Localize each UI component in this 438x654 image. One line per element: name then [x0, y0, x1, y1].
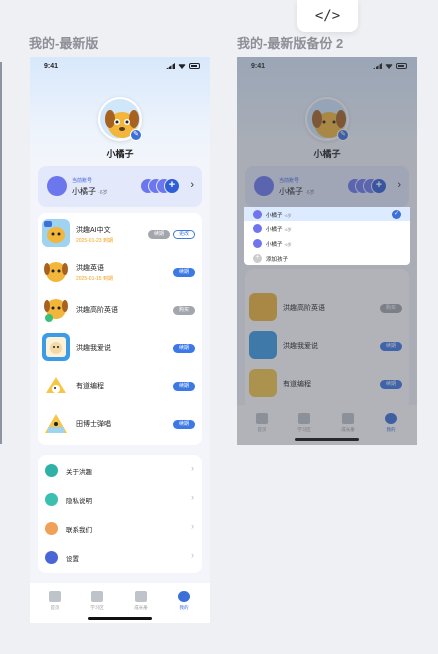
frame-label-2[interactable]: 我的-最新版备份 2	[237, 33, 343, 52]
info-icon	[45, 464, 58, 477]
account-option[interactable]: 小橘子 ·6岁 ✓	[244, 207, 410, 221]
course-action-button[interactable]: 续期	[173, 268, 195, 277]
add-child-option[interactable]: + 添加孩子	[244, 251, 410, 265]
add-child-label: 添加孩子	[266, 257, 289, 263]
account-option[interactable]: 小橘子 ·6岁	[244, 236, 410, 250]
course-action-button[interactable]: 续期	[173, 344, 195, 353]
course-title: 洪趣英语	[76, 265, 104, 272]
study-icon	[91, 591, 103, 602]
course-title: 洪趣高阶英语	[76, 307, 118, 314]
course-row[interactable]: 有道编程 续期	[38, 367, 202, 403]
course-expiry: 2025-01-15 到期	[76, 276, 113, 282]
shield-icon	[45, 493, 58, 506]
account-switcher-dropdown: 小橘子 ·6岁 ✓ 小橘子 ·6岁 小橘子 ·6岁 + 添加孩子	[244, 207, 410, 265]
menu-label: 联系我们	[66, 527, 92, 534]
headset-icon	[45, 522, 58, 535]
course-action-button[interactable]: 更改	[173, 230, 195, 239]
chevron-right-icon: ›	[191, 463, 194, 473]
course-row[interactable]: 洪趣AI中文 2025-01-23 到期 续期 更改	[38, 215, 202, 251]
menu-item-privacy[interactable]: 隐私说明 ›	[38, 485, 202, 514]
menu-label: 隐私说明	[66, 498, 92, 505]
account-age: ·6岁	[98, 190, 108, 196]
course-title: 洪趣AI中文	[76, 227, 111, 234]
menu-item-contact[interactable]: 联系我们 ›	[38, 514, 202, 543]
current-account-card[interactable]: 当前账号 小橘子 ·6岁 + ›	[38, 166, 202, 207]
course-title: 有道编程	[76, 383, 104, 390]
home-indicator	[88, 617, 152, 620]
profile-nickname: 小橘子	[106, 149, 134, 159]
gear-icon	[45, 551, 58, 564]
advanced-english-icon	[42, 295, 70, 323]
tab-study[interactable]: 学习区	[85, 591, 109, 611]
chevron-right-icon: ›	[191, 492, 194, 502]
chevron-right-icon[interactable]: ›	[190, 179, 194, 191]
smile-icon	[178, 591, 190, 602]
account-option-avatar	[253, 224, 262, 233]
coding-icon	[42, 371, 70, 399]
course-action-button[interactable]: 续期	[173, 420, 195, 429]
code-icon: </>	[314, 8, 341, 24]
course-expiry: 2025-01-23 到期	[76, 238, 113, 244]
course-action-button[interactable]: 续期	[173, 382, 195, 391]
singing-icon	[42, 409, 70, 437]
status-time: 9:41	[44, 63, 59, 70]
account-caption: 当前账号	[72, 178, 93, 184]
code-view-toggle[interactable]: </>	[297, 0, 358, 32]
settings-menu: 关于洪趣 › 隐私说明 › 联系我们 › 设置 ›	[38, 455, 202, 573]
course-row[interactable]: 洪趣英语 2025-01-15 到期 续期	[38, 253, 202, 289]
plus-icon: +	[253, 254, 262, 263]
course-title: 洪趣我爱说	[76, 345, 111, 352]
edit-avatar-button[interactable]: ✎	[130, 129, 142, 141]
ai-chinese-icon	[42, 219, 70, 247]
course-row[interactable]: 田博士弹唱 续期	[38, 405, 202, 441]
check-icon: ✓	[392, 210, 401, 219]
design-canvas: </> 我的-最新版 我的-最新版备份 2 9:41 ✎ 小橘子 当前账号 小橘…	[0, 0, 438, 654]
menu-item-about[interactable]: 关于洪趣 ›	[38, 456, 202, 485]
tab-growth[interactable]: 成长册	[129, 591, 153, 611]
english-icon	[42, 257, 70, 285]
menu-label: 关于洪趣	[66, 469, 92, 476]
account-name: 小橘子	[72, 187, 96, 196]
phone-frame-1: 9:41 ✎ 小橘子 当前账号 小橘子 ·6岁 + › 洪趣AI中文 2025-…	[30, 57, 210, 623]
chevron-right-icon: ›	[191, 521, 194, 531]
menu-label: 设置	[66, 556, 79, 563]
course-row[interactable]: 洪趣高阶英语 购买	[38, 291, 202, 327]
account-option[interactable]: 小橘子 ·6岁	[244, 221, 410, 235]
signal-icon	[166, 63, 175, 69]
course-title: 田博士弹唱	[76, 421, 111, 428]
course-action-button[interactable]: 购买	[173, 306, 195, 315]
battery-icon	[189, 63, 200, 69]
child-avatar-stack[interactable]: +	[140, 178, 180, 195]
add-child-icon[interactable]: +	[164, 178, 180, 194]
course-action-button[interactable]: 续期	[148, 230, 170, 239]
course-list: 洪趣AI中文 2025-01-23 到期 续期 更改 洪趣英语 2025-01-…	[38, 213, 202, 445]
speaking-icon	[42, 333, 70, 361]
account-option-avatar	[253, 210, 262, 219]
account-avatar	[47, 176, 67, 196]
tab-me[interactable]: 我的	[172, 591, 196, 611]
status-bar: 9:41	[30, 57, 210, 77]
account-option-avatar	[253, 239, 262, 248]
album-icon	[135, 591, 147, 602]
chevron-right-icon: ›	[191, 550, 194, 560]
phone-frame-2: 9:41 ✎ 小橘子 当前账号 小橘子 ·6岁 + › 洪趣高阶英语 购买 洪趣…	[237, 57, 417, 445]
menu-item-settings[interactable]: 设置 ›	[38, 543, 202, 572]
home-icon	[49, 591, 61, 602]
frame-label-1[interactable]: 我的-最新版	[29, 33, 98, 52]
wifi-icon	[178, 64, 186, 69]
adjacent-frame-edge	[0, 62, 2, 444]
course-row[interactable]: 洪趣我爱说 续期	[38, 329, 202, 365]
tab-home[interactable]: 首页	[43, 591, 67, 611]
